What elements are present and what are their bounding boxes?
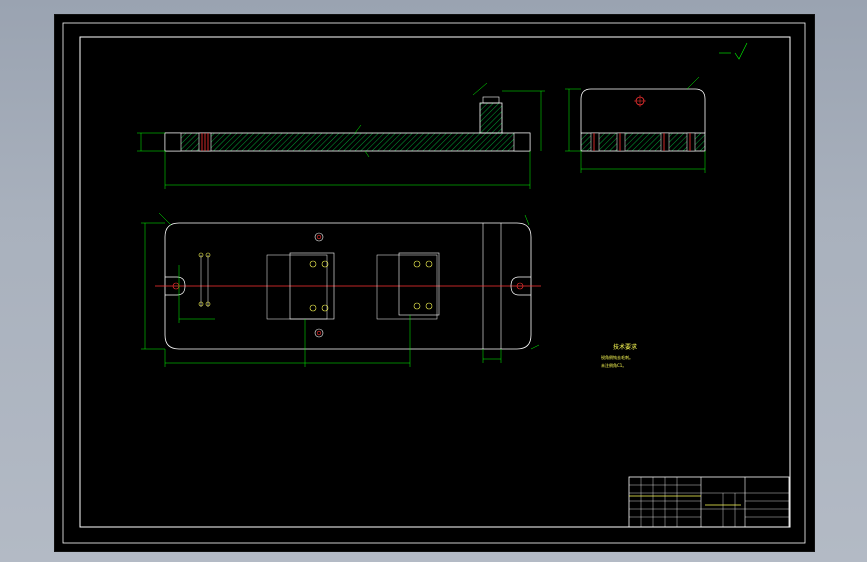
- tech-requirements-line-2: 未注倒角C1。: [601, 362, 626, 368]
- tech-requirements-line-1: 锐角倒钝去毛刺。: [601, 354, 633, 360]
- front-view: [137, 82, 545, 189]
- title-block: [628, 476, 790, 528]
- tech-requirements-title: 技术要求: [613, 343, 637, 351]
- tech-requirements: 技术要求 锐角倒钝去毛刺。 未注倒角C1。: [601, 343, 637, 368]
- roughness-symbol: [719, 42, 748, 60]
- side-view: [565, 76, 706, 173]
- drawing-viewport[interactable]: 技术要求 锐角倒钝去毛刺。 未注倒角C1。: [54, 14, 815, 552]
- plan-view: [141, 212, 541, 367]
- inner-frame: [79, 36, 791, 528]
- outer-frame: [62, 22, 806, 544]
- cad-drawing: 技术要求 锐角倒钝去毛刺。 未注倒角C1。: [62, 22, 806, 544]
